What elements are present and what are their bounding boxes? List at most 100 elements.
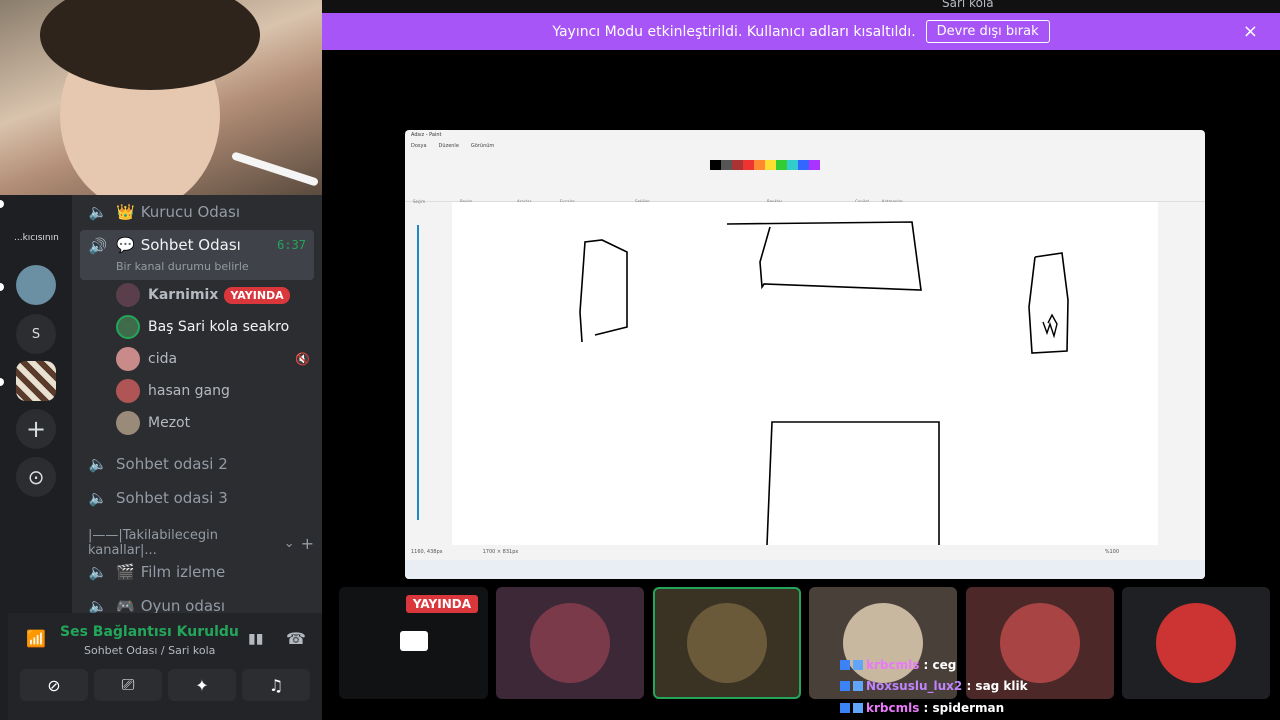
cursor-position: 1160, 438px [411, 549, 443, 555]
tile-user[interactable] [1122, 587, 1270, 699]
disconnect-icon[interactable]: ☎ [286, 629, 306, 648]
avatar [116, 411, 140, 435]
add-channel-icon[interactable]: + [301, 534, 314, 553]
channel-label: Sohbet odasi 2 [116, 455, 228, 473]
menu-item[interactable]: Görünüm [471, 143, 494, 151]
voice-user-hasan[interactable]: hasan gang [116, 376, 314, 406]
soundboard-icon[interactable]: ▮▮ [248, 631, 263, 647]
voice-user-bas-sari-kola[interactable]: Baş Sari kola seakro [116, 312, 314, 342]
webcam-feed [0, 0, 322, 195]
live-badge: YAYINDA [224, 286, 290, 304]
speaker-icon: 🔈 [88, 489, 108, 507]
chat-sep: : [919, 658, 933, 672]
voice-channel[interactable]: Sohbet Odası / Sari kola [84, 644, 215, 657]
banner-text: Yayıncı Modu etkinleştirildi. Kullanıcı … [552, 23, 916, 40]
channel-kurucu[interactable]: 🔈 👑 Kurucu Odası [80, 196, 314, 228]
rail-indicator [0, 200, 4, 208]
crown-icon: 👑 [116, 203, 135, 221]
soundboard-button[interactable]: ♫ [242, 669, 310, 701]
soundboard-icon: ♫ [268, 675, 284, 695]
screen-share-icon: ⎚ [121, 675, 135, 694]
menu-item[interactable]: Dosya [411, 143, 427, 151]
channel-sohbet-active[interactable]: 🔊 💬 Sohbet Odası 6:37 Bir kanal durumu b… [80, 230, 314, 280]
voice-status[interactable]: Ses Bağlantısı Kuruldu [60, 624, 239, 640]
screen-share-button[interactable]: ⎚ [94, 669, 162, 701]
activities-button[interactable]: ✦ [168, 669, 236, 701]
channel-status-text[interactable]: Bir kanal durumu belirle [116, 260, 249, 273]
avatar [116, 347, 140, 371]
voice-user-cida[interactable]: cida 🔇 [116, 344, 314, 374]
zoom-level: %100 [1104, 549, 1119, 555]
platform-icon [840, 681, 850, 691]
activities-icon: ✦ [195, 675, 209, 695]
top-channel-name: Sarı kola [942, 0, 994, 10]
canvas-drawing [579, 221, 1069, 546]
category-label: |——|Takilabilecegin kanallar|... [88, 528, 218, 558]
speaker-icon: 🔈 [88, 455, 108, 473]
rail-indicator [0, 378, 4, 386]
channel-label: Sohbet odasi 3 [116, 489, 228, 507]
channel-label: Kurucu Odası [140, 203, 240, 221]
chat-message: Noxsuslu_lux2 : sag klik [840, 677, 1028, 695]
chat-user: krbcmls [866, 658, 920, 672]
paint-title: Adsız - Paint [411, 132, 442, 138]
user-name: Mezot [148, 415, 191, 431]
streamer-mode-banner: Yayıncı Modu etkinleştirildi. Kullanıcı … [322, 13, 1280, 50]
voice-panel: 📶 Ses Bağlantısı Kuruldu Sohbet Odası / … [8, 613, 322, 720]
channel-film[interactable]: 🔈 🎬 Film izleme [80, 556, 314, 588]
chat-text: spiderman [932, 701, 1005, 715]
top-bar: Sarı kola [322, 0, 1280, 13]
tile-user[interactable] [496, 587, 644, 699]
speaker-icon: 🔈 [88, 203, 108, 221]
channel-label: Film izleme [140, 563, 226, 581]
badge-icon [853, 660, 863, 670]
voice-user-karnimix[interactable]: Karnimix YAYINDA [116, 280, 314, 310]
tile-screen-share[interactable]: YAYINDA [339, 587, 488, 699]
chat-user: Noxsuslu_lux2 [866, 679, 963, 693]
channel-sohbet2[interactable]: 🔈 Sohbet odasi 2 [80, 448, 314, 480]
user-avatar [530, 603, 610, 683]
shared-screen-paint[interactable]: Adsız - Paint Dosya Düzenle Görünüm Seçi… [405, 130, 1205, 579]
close-icon[interactable]: × [1243, 21, 1258, 42]
disable-button[interactable]: Devre dışı bırak [925, 20, 1050, 43]
add-glyph: + [25, 415, 47, 443]
server-icon-chess[interactable] [16, 361, 56, 401]
platform-icon [840, 703, 850, 713]
windows-taskbar [405, 560, 1205, 579]
speaker-icon: 🔈 [88, 563, 108, 581]
monitor-icon [400, 631, 428, 651]
explore-glyph: ⊙ [27, 465, 45, 489]
paint-menu: Dosya Düzenle Görünüm [405, 140, 1205, 154]
section-label: Seçim [413, 199, 426, 204]
chat-message: krbcmls : spiderman [840, 699, 1004, 717]
user-name: Baş Sari kola seakro [148, 319, 290, 335]
add-server-icon[interactable]: + [16, 409, 56, 449]
pen-shape [230, 151, 320, 187]
platform-icon [840, 660, 850, 670]
chat-text: ceg [932, 658, 957, 672]
chat-sep: : [962, 679, 976, 693]
user-avatar [1000, 603, 1080, 683]
menu-item[interactable]: Düzenle [439, 143, 459, 151]
chat-bubble-icon: 💬 [116, 236, 135, 254]
color-palette [710, 160, 820, 170]
badge-icon [853, 681, 863, 691]
avatar-speaking [116, 315, 140, 339]
user-name: cida [148, 351, 178, 367]
voice-user-mezot[interactable]: Mezot [116, 408, 314, 438]
chat-user: krbcmls [866, 701, 920, 715]
tile-user-speaking[interactable] [653, 587, 801, 699]
paint-ribbon: Seçim Resim Araçlar Fırçalar Şekiller Re… [405, 154, 1205, 204]
badge-icon [853, 703, 863, 713]
server-icon-group[interactable] [16, 265, 56, 305]
zoom-slider [417, 225, 419, 520]
channel-label: Sohbet Odası [140, 236, 241, 254]
camera-off-button[interactable]: ⊘ [20, 669, 88, 701]
channel-sohbet3[interactable]: 🔈 Sohbet odasi 3 [80, 482, 314, 514]
category-takilabilecegin[interactable]: |——|Takilabilecegin kanallar|... ⌄ + [80, 527, 314, 559]
server-icon-s[interactable]: S [16, 314, 56, 354]
channel-oyun[interactable]: 🔈 🎮 Oyun odası [80, 590, 314, 615]
explore-icon[interactable]: ⊙ [16, 457, 56, 497]
server-s-label: S [31, 326, 41, 342]
paint-canvas[interactable] [452, 202, 1158, 546]
